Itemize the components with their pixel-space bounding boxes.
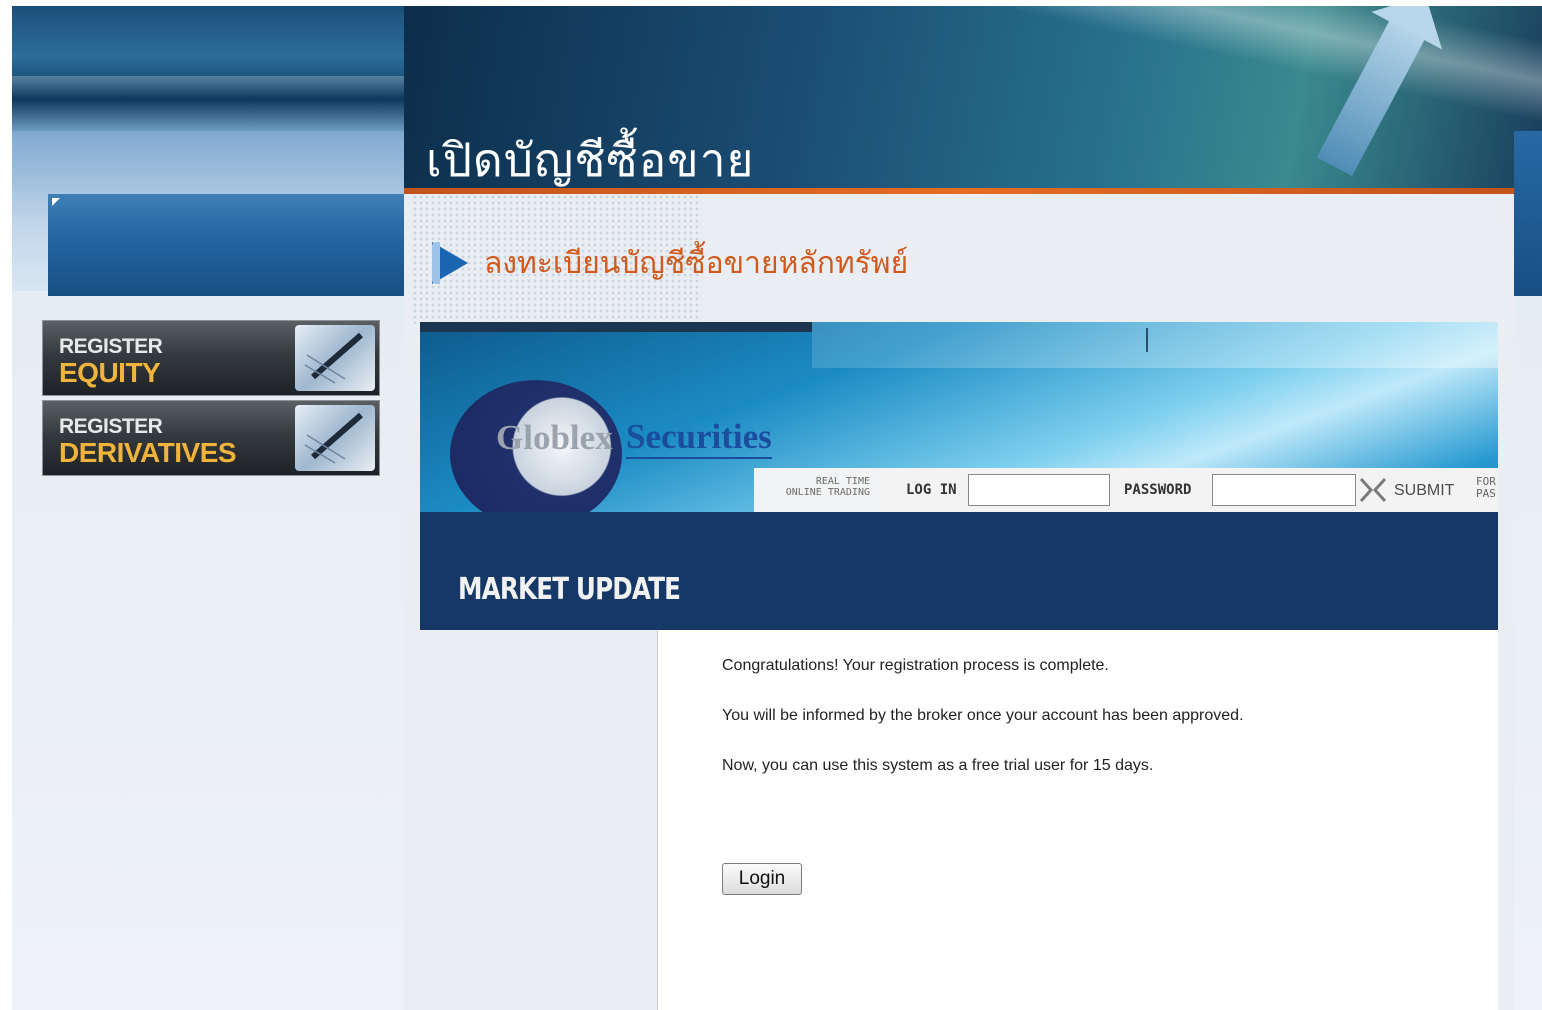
login-label: LOG IN	[906, 482, 957, 498]
message-line-2: You will be informed by the broker once …	[722, 707, 1244, 724]
top-left-banner	[12, 6, 412, 131]
login-input[interactable]	[968, 474, 1110, 506]
login-strip: LOG IN PASSWORD SUBMIT FOR PAS	[880, 468, 1498, 512]
forgot-line2: PAS	[1476, 487, 1496, 500]
main-header: เปิดบัญชีซื้อขาย	[404, 6, 1542, 194]
market-update-bar: MARKET UPDATE	[420, 512, 1498, 630]
banner-darkbar	[420, 322, 812, 332]
content-panel: ลงทะเบียนบัญชีซื้อขายหลักทรัพย์ Globlex …	[404, 194, 1514, 1010]
realtime-line1: REAL TIME	[815, 476, 870, 487]
corner-tick-icon	[52, 198, 60, 206]
realtime-line2: ONLINE TRADING	[785, 487, 870, 498]
page: REGISTER EQUITY REGISTER DERIVATIVES เปิ…	[12, 6, 1542, 1010]
pen-icon	[295, 405, 375, 471]
realtime-text: REAL TIME ONLINE TRADING	[760, 476, 870, 498]
submit-button[interactable]: SUBMIT	[1394, 482, 1454, 500]
register-equity-button[interactable]: REGISTER EQUITY	[42, 320, 380, 396]
banner-lightbar	[812, 322, 1498, 368]
play-arrow-icon	[432, 242, 468, 284]
login-button[interactable]: Login	[722, 863, 802, 895]
message-line-3: Now, you can use this system as a free t…	[722, 757, 1154, 774]
password-label: PASSWORD	[1124, 482, 1192, 498]
register-equity-line1: REGISTER	[59, 335, 163, 358]
pen-icon	[295, 325, 375, 391]
banner-tick	[1146, 328, 1148, 352]
logo-globlex-text: Globlex	[496, 418, 613, 457]
logo-securities-text: Securities	[626, 417, 772, 459]
message-line-1: Congratulations! Your registration proce…	[722, 657, 1109, 674]
page-title: เปิดบัญชีซื้อขาย	[426, 133, 755, 187]
left-header-box	[48, 194, 412, 296]
register-equity-line2: EQUITY	[59, 357, 161, 388]
registration-heading: ลงทะเบียนบัญชีซื้อขายหลักทรัพย์	[484, 246, 909, 281]
forgot-password-link[interactable]: FOR PAS	[1476, 476, 1496, 500]
password-input[interactable]	[1212, 474, 1356, 506]
realtime-box: REAL TIME ONLINE TRADING	[754, 468, 880, 512]
register-derivatives-button[interactable]: REGISTER DERIVATIVES	[42, 400, 380, 476]
message-panel: Congratulations! Your registration proce…	[658, 630, 1498, 1010]
left-column	[420, 630, 658, 1010]
globlex-banner: Globlex Securities REAL TIME ONLINE TRAD…	[420, 322, 1498, 512]
register-derivatives-line1: REGISTER	[59, 415, 163, 438]
right-band	[1514, 131, 1542, 296]
submit-x-icon[interactable]	[1358, 476, 1388, 504]
market-update-title: MARKET UPDATE	[458, 572, 681, 607]
register-derivatives-line2: DERIVATIVES	[59, 437, 237, 468]
